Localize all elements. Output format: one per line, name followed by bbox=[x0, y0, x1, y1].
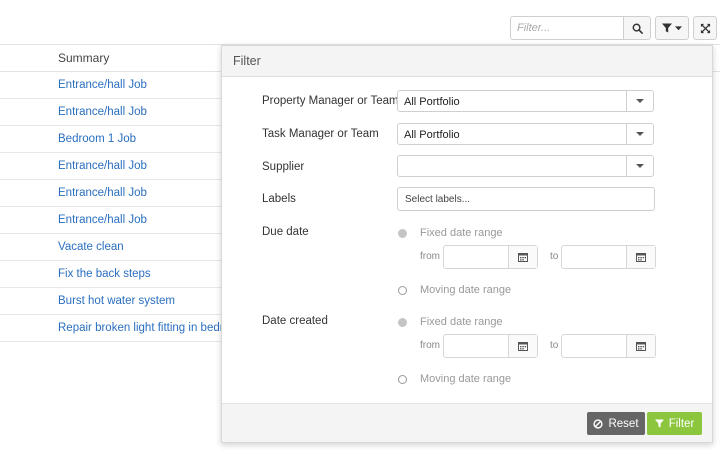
calendar-button[interactable] bbox=[508, 246, 537, 268]
task-manager-label: Task Manager or Team bbox=[262, 128, 379, 140]
created-fixed-range-option[interactable]: Fixed date range bbox=[398, 315, 503, 329]
task-link[interactable]: Fix the back steps bbox=[58, 268, 151, 280]
labels-label: Labels bbox=[262, 193, 296, 205]
filter-panel-footer: Reset Filter bbox=[222, 403, 712, 442]
dropdown-toggle[interactable] bbox=[626, 156, 653, 176]
property-manager-label: Property Manager or Team bbox=[262, 95, 399, 107]
task-link[interactable]: Bedroom 1 Job bbox=[58, 133, 136, 145]
filter-panel: Filter Property Manager or Team All Port… bbox=[221, 45, 713, 443]
reset-button-label: Reset bbox=[608, 417, 639, 430]
task-link[interactable]: Entrance/hall Job bbox=[58, 160, 147, 172]
dropdown-toggle[interactable] bbox=[626, 124, 653, 144]
due-from-label: from bbox=[420, 251, 440, 262]
caret-down-icon bbox=[636, 164, 644, 168]
task-link[interactable]: Vacate clean bbox=[58, 241, 124, 253]
due-to-date-input[interactable] bbox=[561, 245, 656, 269]
table-row: Bedroom 1 Job bbox=[0, 126, 222, 153]
created-moving-range-option[interactable]: Moving date range bbox=[398, 372, 511, 386]
filter-panel-header: Filter bbox=[222, 46, 712, 77]
ban-icon bbox=[593, 418, 604, 429]
created-moving-range-label: Moving date range bbox=[420, 373, 512, 385]
table-row: Vacate clean bbox=[0, 234, 222, 261]
calendar-icon bbox=[636, 253, 646, 262]
date-created-label: Date created bbox=[262, 315, 328, 327]
task-link[interactable]: Burst hot water system bbox=[58, 295, 175, 307]
created-from-date-input[interactable] bbox=[443, 334, 538, 358]
task-manager-select[interactable]: All Portfolio bbox=[397, 123, 654, 145]
property-manager-select[interactable]: All Portfolio bbox=[397, 90, 654, 112]
expand-icon bbox=[700, 23, 710, 33]
reset-button[interactable]: Reset bbox=[587, 412, 645, 435]
table-row: Entrance/hall Job bbox=[0, 153, 222, 180]
filter-panel-title: Filter bbox=[233, 54, 261, 68]
property-manager-value: All Portfolio bbox=[404, 96, 460, 108]
table-row: Entrance/hall Job bbox=[0, 207, 222, 234]
due-date-label: Due date bbox=[262, 226, 309, 238]
task-link[interactable]: Repair broken light fitting in bedro... bbox=[58, 322, 240, 334]
labels-select[interactable]: Select labels... bbox=[397, 187, 655, 211]
apply-filter-button-label: Filter bbox=[668, 417, 695, 430]
calendar-icon bbox=[636, 342, 646, 351]
caret-down-icon bbox=[675, 25, 682, 30]
search-input[interactable] bbox=[510, 16, 623, 40]
task-link[interactable]: Entrance/hall Job bbox=[58, 214, 147, 226]
dropdown-toggle[interactable] bbox=[626, 91, 653, 111]
labels-placeholder: Select labels... bbox=[405, 194, 471, 205]
created-to-label: to bbox=[550, 340, 559, 351]
created-fixed-range-label: Fixed date range bbox=[420, 316, 503, 328]
summary-column-header[interactable]: Summary bbox=[58, 51, 109, 65]
due-from-date-input[interactable] bbox=[443, 245, 538, 269]
caret-down-icon bbox=[636, 99, 644, 103]
due-moving-range-radio[interactable] bbox=[398, 285, 407, 295]
table-row: Entrance/hall Job bbox=[0, 72, 222, 99]
due-fixed-range-label: Fixed date range bbox=[420, 227, 503, 239]
due-to-label: to bbox=[550, 251, 559, 262]
created-to-date-input[interactable] bbox=[561, 334, 656, 358]
task-link[interactable]: Entrance/hall Job bbox=[58, 187, 147, 199]
created-fixed-range-radio[interactable] bbox=[398, 317, 407, 327]
calendar-icon bbox=[518, 342, 528, 351]
due-fixed-range-radio[interactable] bbox=[398, 228, 407, 238]
due-moving-range-label: Moving date range bbox=[420, 284, 512, 296]
filter-icon bbox=[654, 419, 664, 428]
table-row: Burst hot water system bbox=[0, 288, 222, 315]
supplier-label: Supplier bbox=[262, 161, 305, 173]
table-row: Repair broken light fitting in bedro... bbox=[0, 315, 240, 342]
filter-icon bbox=[662, 23, 672, 33]
caret-down-icon bbox=[636, 132, 644, 136]
created-moving-range-radio[interactable] bbox=[398, 374, 407, 384]
due-fixed-range-option[interactable]: Fixed date range bbox=[398, 226, 503, 240]
supplier-select[interactable] bbox=[397, 155, 654, 177]
search-icon bbox=[632, 23, 643, 34]
table-row: Entrance/hall Job bbox=[0, 180, 222, 207]
due-moving-range-option[interactable]: Moving date range bbox=[398, 283, 511, 297]
task-link[interactable]: Entrance/hall Job bbox=[58, 79, 147, 91]
calendar-icon bbox=[518, 253, 528, 262]
filter-toggle-button[interactable] bbox=[655, 16, 689, 40]
search-button[interactable] bbox=[623, 16, 651, 40]
calendar-button[interactable] bbox=[626, 246, 655, 268]
calendar-button[interactable] bbox=[508, 335, 537, 357]
task-link[interactable]: Entrance/hall Job bbox=[58, 106, 147, 118]
expand-button[interactable] bbox=[693, 16, 717, 40]
calendar-button[interactable] bbox=[626, 335, 655, 357]
table-row: Entrance/hall Job bbox=[0, 99, 222, 126]
apply-filter-button[interactable]: Filter bbox=[647, 412, 702, 435]
task-manager-value: All Portfolio bbox=[404, 129, 460, 141]
created-from-label: from bbox=[420, 340, 440, 351]
table-row: Fix the back steps bbox=[0, 261, 222, 288]
